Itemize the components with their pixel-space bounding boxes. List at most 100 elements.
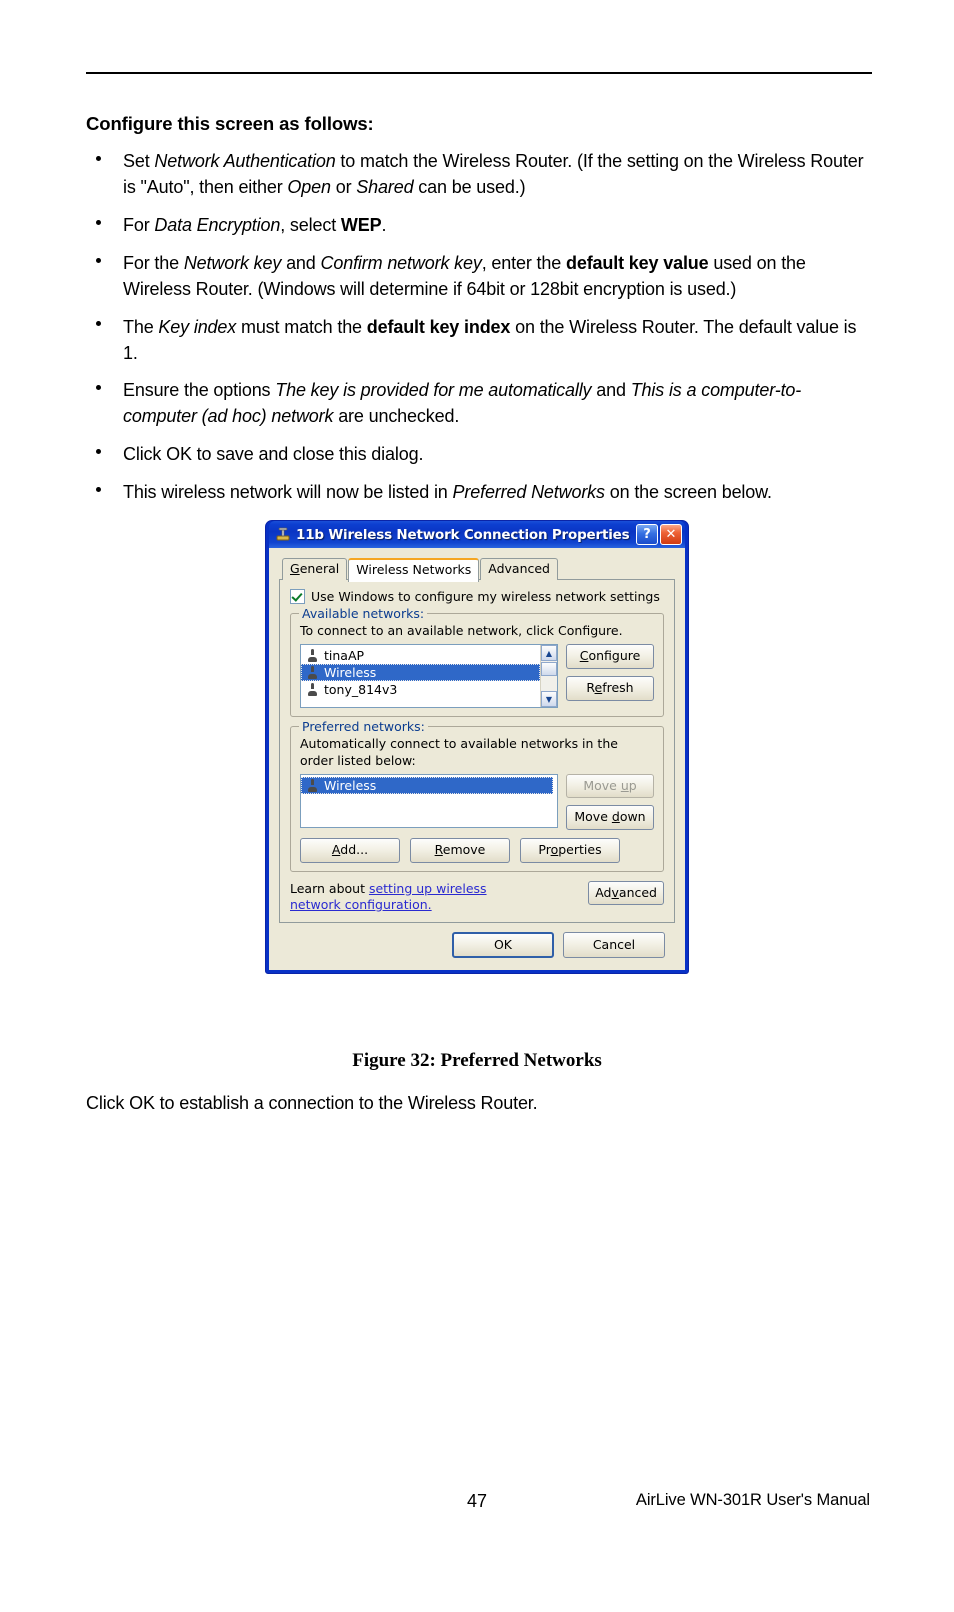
tab-wireless-networks[interactable]: Wireless Networks [348, 558, 480, 582]
text-run: Ensure the options [123, 380, 276, 401]
list-item: For Data Encryption, select WEP. [86, 213, 872, 239]
text-run: Preferred Networks [452, 482, 606, 503]
use-windows-checkbox-label: Use Windows to configure my wireless net… [311, 589, 660, 604]
preferred-networks-legend: Preferred networks: [299, 719, 428, 735]
available-networks-buttons: Configure Refresh [566, 644, 654, 701]
learn-about-text: Learn about setting up wireless network … [290, 881, 540, 914]
text-run: For the [123, 252, 184, 273]
add-button[interactable]: Add... [300, 838, 400, 863]
tab-strip: General Wireless Networks Advanced [279, 557, 675, 582]
dialog-footer-buttons: OK Cancel [279, 922, 675, 961]
available-networks-items: tinaAP Wireless tony_814v3 [301, 645, 540, 707]
list-item: This wireless network will now be listed… [86, 480, 872, 506]
list-item: Set Network Authentication to match the … [86, 149, 872, 201]
preferred-networks-row-buttons: Add... Remove Properties [300, 838, 654, 863]
use-windows-checkbox[interactable] [290, 589, 305, 604]
preferred-networks-row: Wireless Move up Move down [300, 773, 654, 830]
bullet-icon [96, 155, 101, 161]
bullet-icon [96, 449, 101, 455]
text-run: The key is provided for me automatically [275, 380, 592, 401]
close-icon[interactable]: ✕ [660, 524, 682, 545]
advanced-button-rest: anced [618, 884, 657, 900]
properties-button-rest: perties [558, 842, 602, 857]
available-networks-group: Available networks: To connect to an ava… [290, 606, 664, 718]
wireless-network-icon [307, 778, 318, 792]
help-icon[interactable]: ? [636, 524, 658, 545]
text-run: Open [287, 177, 331, 198]
text-run: or [330, 177, 357, 198]
header-rule [86, 72, 872, 74]
list-item: Ensure the options The key is provided f… [86, 378, 872, 430]
list-item[interactable]: Wireless [301, 776, 553, 794]
ok-button[interactable]: OK [452, 931, 554, 959]
available-networks-scrollbar[interactable]: ▲ ▼ [540, 645, 557, 708]
preferred-networks-listbox[interactable]: Wireless [300, 773, 558, 828]
scroll-up-icon[interactable]: ▲ [541, 645, 557, 662]
figure-caption: Figure 32: Preferred Networks [352, 1050, 602, 1071]
footer-note: AirLive WN-301R User's Manual [635, 1491, 870, 1509]
refresh-button[interactable]: Refresh [566, 675, 654, 701]
text-run: can be used.) [413, 177, 526, 198]
text-run: and [591, 380, 631, 401]
list-item[interactable]: tony_814v3 [301, 681, 540, 698]
preferred-networks-hint: Automatically connect to available netwo… [300, 736, 618, 768]
wireless-network-icon [307, 683, 318, 697]
available-networks-row: tinaAP Wireless tony_814v3 ▲ ▼ Configure… [300, 644, 654, 709]
closing-paragraph: Click OK to establish a connection to th… [86, 1093, 538, 1113]
text-run: , select [280, 214, 341, 235]
use-windows-checkbox-row[interactable]: Use Windows to configure my wireless net… [290, 589, 664, 604]
document-content: Configure this screen as follows: Set Ne… [86, 112, 872, 518]
bullet-icon [96, 219, 101, 225]
tab-advanced-label: Advanced [488, 561, 550, 577]
dialog-title: 11b Wireless Network Connection Properti… [296, 526, 630, 543]
configure-button-rest: onfigure [588, 648, 641, 664]
available-networks-listbox[interactable]: tinaAP Wireless tony_814v3 ▲ ▼ [300, 644, 558, 709]
list-item: Click OK to save and close this dialog. [86, 442, 872, 468]
figure-wrapper: 11b Wireless Network Connection Properti… [0, 520, 954, 975]
list-item[interactable]: tinaAP [301, 647, 540, 664]
tab-page-wireless-networks: Use Windows to configure my wireless net… [279, 580, 675, 923]
text-run: Confirm network key [320, 252, 482, 273]
move-up-button[interactable]: Move up [566, 773, 654, 799]
preferred-networks-items: Wireless [301, 775, 557, 827]
text-run: WEP [340, 214, 382, 235]
list-item-label: Wireless [324, 665, 377, 681]
text-run: Key index [158, 316, 237, 337]
list-item: The Key index must match the default key… [86, 315, 872, 367]
available-networks-legend: Available networks: [299, 606, 428, 621]
scrollbar-track[interactable] [541, 677, 557, 691]
wireless-network-icon [307, 666, 318, 680]
text-run: Shared [356, 177, 414, 198]
list-item-label: tinaAP [324, 648, 365, 664]
learn-about-prefix: Learn about [290, 880, 369, 896]
move-down-button[interactable]: Move down [566, 805, 654, 830]
text-run: default key index [366, 316, 511, 337]
document-page: Configure this screen as follows: Set Ne… [0, 0, 954, 1612]
list-item[interactable]: Wireless [301, 664, 540, 682]
list-item-label: Wireless [324, 777, 377, 793]
properties-button[interactable]: Properties [520, 838, 620, 863]
list-item-label: tony_814v3 [324, 682, 398, 698]
advanced-button[interactable]: Advanced [588, 880, 664, 906]
bullet-icon [96, 385, 101, 391]
preferred-networks-group: Preferred networks: Automatically connec… [290, 719, 664, 872]
wireless-network-properties-dialog: 11b Wireless Network Connection Properti… [265, 520, 689, 975]
text-run: on the screen below. [604, 482, 772, 503]
section-heading: Configure this screen as follows: [86, 113, 374, 134]
instruction-list: Set Network Authentication to match the … [86, 149, 872, 506]
text-run: must match the [236, 316, 367, 337]
text-run: Data Encryption [154, 214, 281, 235]
configure-button[interactable]: Configure [566, 644, 654, 669]
scroll-down-icon[interactable]: ▼ [541, 691, 557, 708]
remove-button[interactable]: Remove [410, 838, 510, 863]
bullet-icon [96, 321, 101, 327]
cancel-button[interactable]: Cancel [563, 931, 665, 959]
tab-general[interactable]: General [282, 558, 348, 580]
tab-advanced[interactable]: Advanced [480, 558, 558, 580]
preferred-networks-side-buttons: Move up Move down [566, 773, 654, 830]
scrollbar-thumb[interactable] [541, 662, 557, 677]
network-adapter-icon [275, 527, 291, 543]
add-button-rest: dd... [340, 842, 369, 857]
text-run: Network Authentication [154, 151, 336, 172]
dialog-titlebar[interactable]: 11b Wireless Network Connection Properti… [269, 521, 685, 548]
